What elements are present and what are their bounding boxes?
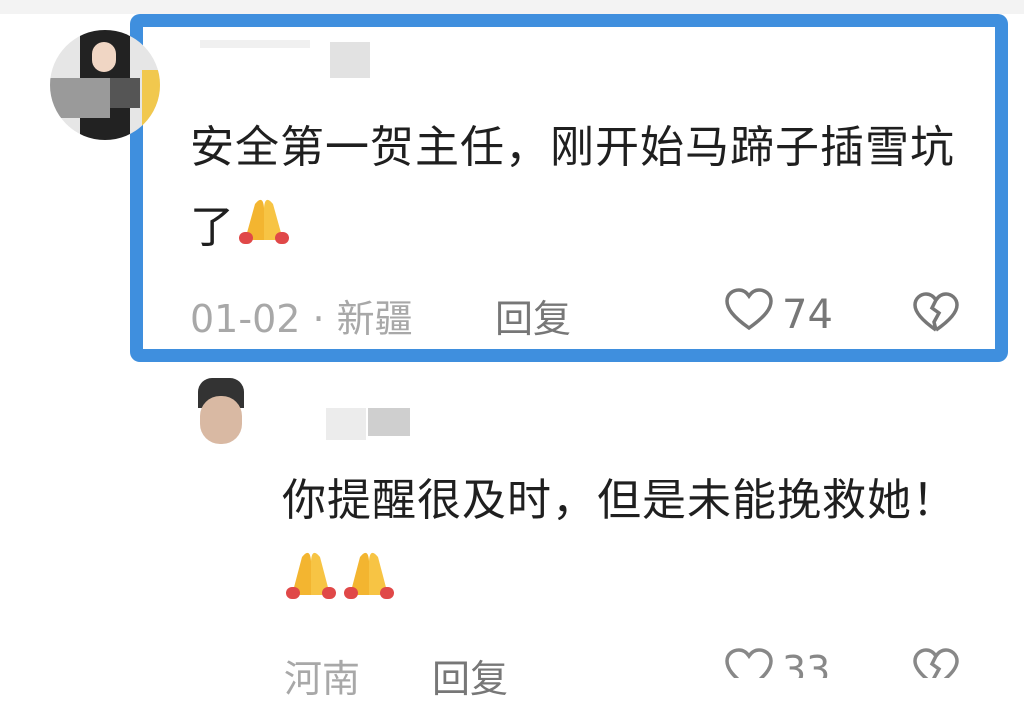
- broken-heart-icon: [912, 292, 960, 338]
- like-button[interactable]: 33: [724, 648, 830, 678]
- avatar[interactable]: [192, 378, 248, 448]
- heart-icon: [724, 288, 774, 342]
- comment-text: 你提醒很及时，但是未能挽救她！: [282, 460, 1002, 626]
- comment-text: 安全第一贺主任，刚开始马蹄子插雪坑了: [190, 108, 980, 270]
- comment-body: 你提醒很及时，但是未能挽救她！: [282, 475, 957, 526]
- username-blurred: [326, 408, 366, 440]
- avatar[interactable]: [50, 30, 160, 140]
- heart-icon: [724, 648, 774, 678]
- reply-button[interactable]: 回复: [432, 648, 508, 703]
- reply-button[interactable]: 回复: [495, 288, 571, 343]
- broken-heart-icon: [912, 648, 960, 678]
- comment-meta: 01-02 · 新疆: [190, 297, 413, 341]
- dislike-button[interactable]: [912, 648, 960, 678]
- folded-hands-icon: [340, 544, 398, 626]
- dislike-button[interactable]: [912, 292, 960, 338]
- username-blurred: [330, 42, 370, 78]
- folded-hands-icon: [282, 544, 340, 626]
- like-button[interactable]: 74: [724, 288, 833, 342]
- username-blurred: [200, 40, 310, 48]
- folded-hands-icon: [235, 190, 293, 270]
- comment-meta: 河南: [284, 657, 361, 701]
- comment-thread: 安全第一贺主任，刚开始马蹄子插雪坑了 01-02 · 新疆 回复 74 你提醒很…: [0, 0, 1024, 716]
- like-count: 33: [782, 648, 831, 678]
- top-divider: [0, 0, 1024, 14]
- like-count: 74: [782, 292, 833, 338]
- comment-body: 安全第一贺主任，刚开始马蹄子插雪坑了: [190, 122, 955, 253]
- username-blurred: [368, 408, 410, 436]
